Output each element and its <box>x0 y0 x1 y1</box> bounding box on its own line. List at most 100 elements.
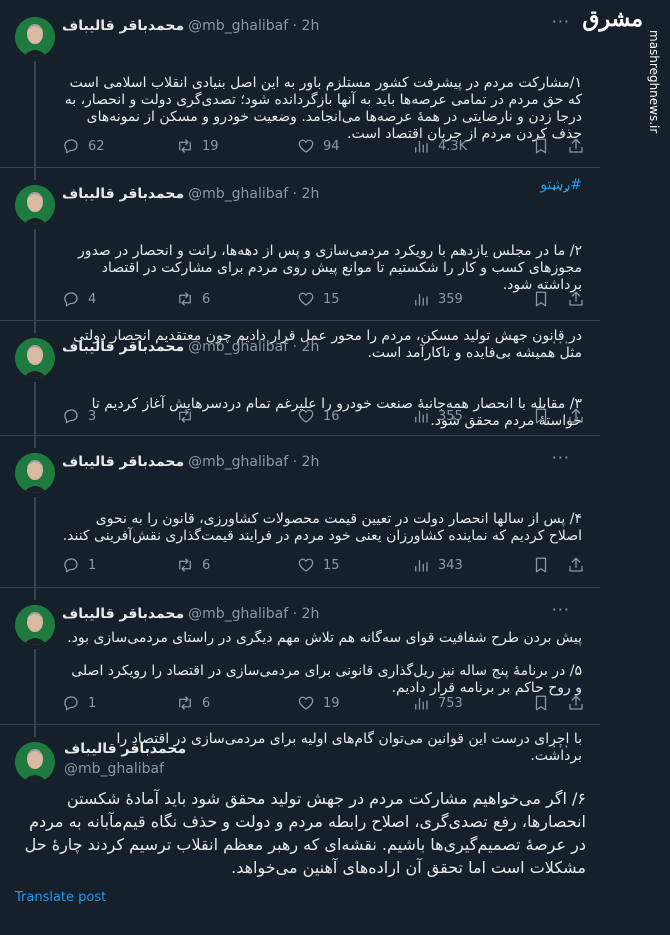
tweet-paragraph: ۵/ در برنامهٔ پنج ساله نیز ریل‌گذاری قان… <box>66 663 582 696</box>
views-count: 4.3K <box>438 138 468 154</box>
like-button[interactable]: 16 <box>297 407 340 425</box>
author-name[interactable]: محمدباقر قالیباف <box>62 18 184 34</box>
reply-button[interactable]: 1 <box>62 694 96 712</box>
share-icon <box>569 291 583 306</box>
more-icon[interactable]: ··· <box>552 448 570 467</box>
avatar[interactable] <box>15 453 55 493</box>
watermark-strip <box>600 0 670 935</box>
bookmark-icon <box>535 291 547 307</box>
views-count: 343 <box>438 557 463 573</box>
author-handle[interactable]: @mb_ghalibaf · 2h <box>188 606 319 622</box>
reply-count: 1 <box>88 695 97 711</box>
author-name[interactable]: محمدباقر قالیباف <box>62 339 184 355</box>
views-icon <box>415 293 428 306</box>
share-button[interactable] <box>567 407 585 425</box>
retweet-icon <box>179 558 191 572</box>
more-icon[interactable]: ··· <box>552 333 570 352</box>
like-count: 94 <box>323 138 340 154</box>
author-handle[interactable]: @mb_ghalibaf · 2h <box>188 186 319 202</box>
retweet-count: 6 <box>202 291 211 307</box>
retweet-button[interactable] <box>176 407 202 425</box>
bookmark-button[interactable] <box>532 137 550 155</box>
retweet-button[interactable]: 6 <box>176 694 210 712</box>
translate-post-link[interactable]: Translate post <box>15 890 106 905</box>
like-button[interactable]: 15 <box>297 556 340 574</box>
reply-icon <box>64 139 78 154</box>
share-icon <box>569 408 583 423</box>
views-button[interactable]: 753 <box>412 694 463 712</box>
retweet-icon <box>179 696 191 710</box>
bookmark-icon <box>535 138 547 154</box>
views-icon <box>415 697 428 710</box>
author-handle[interactable]: @mb_ghalibaf · 2h <box>188 454 319 470</box>
reply-icon <box>64 696 78 711</box>
reply-button[interactable]: 4 <box>62 290 96 308</box>
avatar[interactable] <box>15 17 55 57</box>
tweet-4[interactable]: محمدباقر قالیباف @mb_ghalibaf · 2h ··· ۴… <box>0 436 600 646</box>
thread-connector <box>34 725 36 737</box>
like-count: 15 <box>323 557 340 573</box>
views-button[interactable]: 4.3K <box>412 137 467 155</box>
tweet-2[interactable]: محمدباقر قالیباف @mb_ghalibaf · 2h ··· ۲… <box>0 168 600 361</box>
author-handle[interactable]: @mb_ghalibaf · 2h <box>188 339 319 355</box>
author-name[interactable]: محمدباقر قالیباف <box>64 741 186 757</box>
author-handle[interactable]: @mb_ghalibaf · 2h <box>188 18 319 34</box>
more-icon[interactable]: ··· <box>552 180 570 199</box>
like-icon <box>298 139 314 153</box>
avatar[interactable] <box>15 742 55 782</box>
share-button[interactable] <box>567 556 585 574</box>
avatar[interactable] <box>15 605 55 645</box>
views-button[interactable]: 359 <box>412 290 463 308</box>
more-icon[interactable]: ··· <box>552 600 570 619</box>
like-button[interactable]: 19 <box>297 694 340 712</box>
tweet-3[interactable]: محمدباقر قالیباف @mb_ghalibaf · 2h ··· ۳… <box>0 321 600 436</box>
more-icon[interactable]: ··· <box>552 12 570 31</box>
reply-button[interactable]: 3 <box>62 407 96 425</box>
retweet-count: 19 <box>202 138 219 154</box>
tweet-5[interactable]: محمدباقر قالیباف @mb_ghalibaf · 2h ··· ۵… <box>0 588 600 764</box>
thread-connector <box>34 649 36 725</box>
watermark-logo: مشرق <box>582 6 643 32</box>
like-button[interactable]: 94 <box>297 137 340 155</box>
bookmark-button[interactable] <box>532 694 550 712</box>
main-tweet-text: ۶/ اگر می‌خواهیم مشارکت مردم در جهش تولی… <box>24 789 586 877</box>
reply-button[interactable]: 62 <box>62 137 105 155</box>
avatar[interactable] <box>15 338 55 378</box>
more-icon[interactable]: ··· <box>552 737 570 756</box>
views-icon <box>415 410 428 423</box>
retweet-button[interactable]: 6 <box>176 290 210 308</box>
views-button[interactable]: 355 <box>412 407 463 425</box>
author-name[interactable]: محمدباقر قالیباف <box>62 606 184 622</box>
avatar[interactable] <box>15 185 55 225</box>
retweet-icon <box>179 139 191 153</box>
author-name[interactable]: محمدباقر قالیباف <box>62 186 184 202</box>
reply-button[interactable]: 1 <box>62 556 96 574</box>
like-button[interactable]: 15 <box>297 290 340 308</box>
share-icon <box>569 138 583 153</box>
share-button[interactable] <box>567 694 585 712</box>
tweet-6-main[interactable]: محمدباقر قالیباف @mb_ghalibaf ··· ۶/ اگر… <box>0 725 600 935</box>
views-button[interactable]: 343 <box>412 556 463 574</box>
like-count: 19 <box>323 695 340 711</box>
reply-count: 62 <box>88 138 105 154</box>
bookmark-button[interactable] <box>532 556 550 574</box>
tweet-actions: 1 6 15 343 <box>62 556 592 576</box>
tweet-header: محمدباقر قالیباف @mb_ghalibaf · 2h <box>62 184 319 204</box>
retweet-button[interactable]: 6 <box>176 556 210 574</box>
tweet-1[interactable]: محمدباقر قالیباف @mb_ghalibaf · 2h ··· ۱… <box>0 0 600 193</box>
bookmark-button[interactable] <box>532 407 550 425</box>
views-count: 359 <box>438 291 463 307</box>
like-icon <box>298 696 314 710</box>
author-name[interactable]: محمدباقر قالیباف <box>62 454 184 470</box>
thread-connector <box>34 168 36 180</box>
retweet-button[interactable]: 19 <box>176 137 219 155</box>
tweet-actions: 1 6 19 753 <box>62 694 592 714</box>
author-handle[interactable]: @mb_ghalibaf <box>64 761 164 777</box>
bookmark-button[interactable] <box>532 290 550 308</box>
thread-connector <box>34 497 36 588</box>
like-count: 15 <box>323 291 340 307</box>
share-button[interactable] <box>567 137 585 155</box>
share-button[interactable] <box>567 290 585 308</box>
thread-connector <box>34 321 36 333</box>
tweet-thread: محمدباقر قالیباف @mb_ghalibaf · 2h ··· ۱… <box>0 0 600 935</box>
